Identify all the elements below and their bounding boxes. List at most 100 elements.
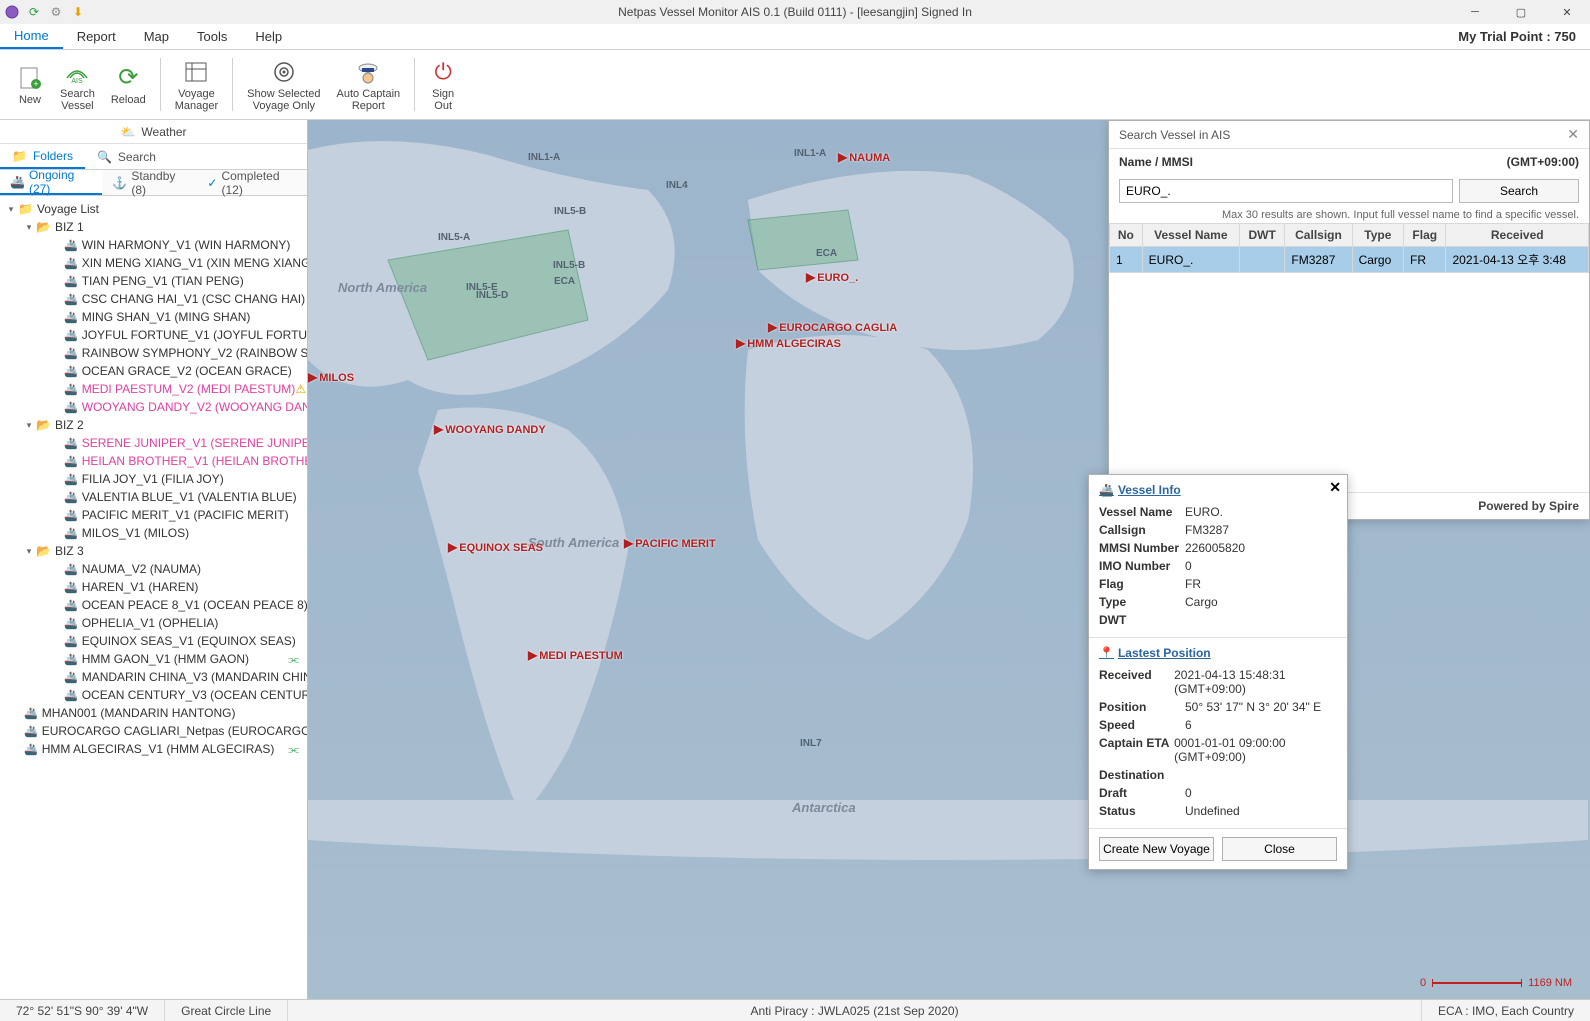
tree-item[interactable]: 🚢TIAN PENG_V1 (TIAN PENG) bbox=[2, 272, 305, 290]
check-icon: ✓ bbox=[207, 176, 217, 190]
menu-tools[interactable]: Tools bbox=[183, 25, 241, 48]
vessel-pin[interactable]: EURO_. bbox=[806, 270, 858, 284]
tree-item[interactable]: 🚢PACIFIC MERIT_V1 (PACIFIC MERIT) bbox=[2, 506, 305, 524]
vessel-pin[interactable]: MEDI PAESTUM bbox=[528, 648, 623, 662]
tree-item[interactable]: 🚢SERENE JUNIPER_V1 (SERENE JUNIPER)⚠ bbox=[2, 434, 305, 452]
tree-item[interactable]: 🚢OCEAN PEACE 8_V1 (OCEAN PEACE 8) bbox=[2, 596, 305, 614]
search-tab[interactable]: 🔍 Search bbox=[85, 144, 168, 169]
tree-item[interactable]: 🚢MHAN001 (MANDARIN HANTONG) bbox=[2, 704, 305, 722]
vessel-pin[interactable]: EUROCARGO CAGLIA bbox=[768, 320, 897, 334]
auto-captain-button[interactable]: Auto Captain Report bbox=[329, 54, 409, 115]
tree-item[interactable]: 🚢MEDI PAESTUM_V2 (MEDI PAESTUM)⚠ bbox=[2, 380, 305, 398]
scale-bar: 0 1169 NM bbox=[1420, 977, 1572, 989]
search-vessel-button[interactable]: AIS Search Vessel bbox=[52, 54, 103, 115]
tree-item[interactable]: 🚢OCEAN GRACE_V2 (OCEAN GRACE) bbox=[2, 362, 305, 380]
vessel-pin[interactable]: HMM ALGECIRAS bbox=[736, 336, 841, 350]
close-button[interactable]: Close bbox=[1222, 837, 1337, 861]
tree-item[interactable]: 🚢NAUMA_V2 (NAUMA) bbox=[2, 560, 305, 578]
ongoing-icon: 🚢 bbox=[10, 175, 25, 189]
search-icon: 🔍 bbox=[97, 150, 112, 164]
new-icon: + bbox=[16, 64, 44, 92]
download-icon[interactable]: ⬇ bbox=[70, 4, 86, 20]
menu-home[interactable]: Home bbox=[0, 24, 63, 49]
maximize-button[interactable]: ▢ bbox=[1498, 0, 1544, 24]
share-icon[interactable]: ⫘ bbox=[288, 652, 299, 667]
tree-item[interactable]: 🚢HMM ALGECIRAS_V1 (HMM ALGECIRAS)⫘ bbox=[2, 740, 305, 758]
voyage-manager-button[interactable]: Voyage Manager bbox=[167, 54, 226, 115]
tree-item[interactable]: 🚢EQUINOX SEAS_V1 (EQUINOX SEAS) bbox=[2, 632, 305, 650]
tree-item[interactable]: 🚢OPHELIA_V1 (OPHELIA) bbox=[2, 614, 305, 632]
folders-tab[interactable]: 📁 Folders bbox=[0, 144, 85, 169]
new-button[interactable]: + New bbox=[8, 54, 52, 115]
completed-tab[interactable]: ✓ Completed (12) bbox=[197, 170, 307, 195]
folder-icon: 📁 bbox=[12, 149, 27, 163]
titlebar: ⟳ ⚙ ⬇ Netpas Vessel Monitor AIS 0.1 (Bui… bbox=[0, 0, 1590, 24]
close-button[interactable]: ✕ bbox=[1544, 0, 1590, 24]
tree-item[interactable]: 🚢HEILAN BROTHER_V1 (HEILAN BROTHER)⚠ bbox=[2, 452, 305, 470]
search-input[interactable] bbox=[1119, 179, 1453, 203]
tree-folder-biz2[interactable]: ▾📂BIZ 2 bbox=[2, 416, 305, 434]
tree-folder-biz3[interactable]: ▾📂BIZ 3 bbox=[2, 542, 305, 560]
share-icon[interactable]: ⫘ bbox=[288, 742, 299, 757]
refresh-icon[interactable]: ⟳ bbox=[26, 4, 42, 20]
tree-item[interactable]: 🚢OCEAN CENTURY_V3 (OCEAN CENTURY)⫘ bbox=[2, 686, 305, 704]
menu-report[interactable]: Report bbox=[63, 25, 130, 48]
tree-item[interactable]: 🚢JOYFUL FORTUNE_V1 (JOYFUL FORTUNE) bbox=[2, 326, 305, 344]
tree-item[interactable]: 🚢RAINBOW SYMPHONY_V2 (RAINBOW SYMPH... bbox=[2, 344, 305, 362]
minimize-button[interactable]: ─ bbox=[1452, 0, 1498, 24]
ship-icon: 🚢 bbox=[1099, 483, 1114, 497]
map-canvas[interactable]: North America South America Antarctica I… bbox=[308, 120, 1590, 999]
tree-item[interactable]: 🚢HMM GAON_V1 (HMM GAON)⫘ bbox=[2, 650, 305, 668]
anchor-icon: ⚓ bbox=[112, 176, 127, 190]
tree-item[interactable]: 🚢MANDARIN CHINA_V3 (MANDARIN CHINA)⫘ bbox=[2, 668, 305, 686]
reload-button[interactable]: ⟳ Reload bbox=[103, 54, 154, 115]
tree-item[interactable]: 🚢MILOS_V1 (MILOS) bbox=[2, 524, 305, 542]
power-icon: ⏻ bbox=[429, 58, 457, 86]
create-voyage-button[interactable]: Create New Voyage bbox=[1099, 837, 1214, 861]
tree-item[interactable]: 🚢MING SHAN_V1 (MING SHAN) bbox=[2, 308, 305, 326]
svg-text:+: + bbox=[33, 79, 38, 89]
target-icon bbox=[270, 58, 298, 86]
menu-map[interactable]: Map bbox=[130, 25, 183, 48]
vessel-pin[interactable]: EQUINOX SEAS bbox=[448, 540, 543, 554]
gear-icon[interactable]: ⚙ bbox=[48, 4, 64, 20]
reload-icon: ⟳ bbox=[114, 64, 142, 92]
close-icon[interactable]: ✕ bbox=[1329, 479, 1341, 496]
vessel-pin[interactable]: MILOS bbox=[308, 370, 354, 384]
ongoing-tab[interactable]: 🚢 Ongoing (27) bbox=[0, 170, 102, 195]
show-selected-button[interactable]: Show Selected Voyage Only bbox=[239, 54, 328, 115]
tree-item[interactable]: 🚢CSC CHANG HAI_V1 (CSC CHANG HAI) bbox=[2, 290, 305, 308]
menu-help[interactable]: Help bbox=[241, 25, 296, 48]
sign-out-button[interactable]: ⏻ Sign Out bbox=[421, 54, 465, 115]
close-icon[interactable]: ✕ bbox=[1567, 126, 1579, 143]
app-icon bbox=[4, 4, 20, 20]
tree-item[interactable]: 🚢VALENTIA BLUE_V1 (VALENTIA BLUE) bbox=[2, 488, 305, 506]
captain-icon bbox=[354, 58, 382, 86]
toolbar: + New AIS Search Vessel ⟳ Reload Voyage … bbox=[0, 50, 1590, 120]
warning-icon: ⚠ bbox=[295, 382, 306, 396]
tree-item[interactable]: 🚢WOOYANG DANDY_V2 (WOOYANG DANDY)⚠ bbox=[2, 398, 305, 416]
tree-item[interactable]: 🚢FILIA JOY_V1 (FILIA JOY) bbox=[2, 470, 305, 488]
search-button[interactable]: Search bbox=[1459, 179, 1579, 203]
results-table: No Vessel Name DWT Callsign Type Flag Re… bbox=[1109, 223, 1589, 273]
weather-bar[interactable]: ⛅ Weather bbox=[0, 120, 307, 144]
vessel-info-panel: ✕ 🚢Vessel Info Vessel NameEURO. Callsign… bbox=[1088, 474, 1348, 870]
window-title: Netpas Vessel Monitor AIS 0.1 (Build 011… bbox=[618, 5, 972, 19]
status-line: Great Circle Line bbox=[165, 1000, 288, 1021]
voyage-tree[interactable]: ▾📁Voyage List ▾📂BIZ 1 🚢WIN HARMONY_V1 (W… bbox=[0, 196, 307, 999]
tree-item[interactable]: 🚢EUROCARGO CAGLIARI_Netpas (EUROCARGO CA… bbox=[2, 722, 305, 740]
tree-item[interactable]: 🚢HAREN_V1 (HAREN) bbox=[2, 578, 305, 596]
menubar: Home Report Map Tools Help My Trial Poin… bbox=[0, 24, 1590, 50]
standby-tab[interactable]: ⚓ Standby (8) bbox=[102, 170, 197, 195]
table-row[interactable]: 1 EURO_. FM3287 Cargo FR 2021-04-13 오후 3… bbox=[1110, 247, 1589, 273]
tree-folder-biz1[interactable]: ▾📂BIZ 1 bbox=[2, 218, 305, 236]
voyage-manager-icon bbox=[182, 58, 210, 86]
vessel-pin[interactable]: NAUMA bbox=[838, 150, 890, 164]
tree-item[interactable]: 🚢WIN HARMONY_V1 (WIN HARMONY) bbox=[2, 236, 305, 254]
tree-item[interactable]: 🚢XIN MENG XIANG_V1 (XIN MENG XIANG) bbox=[2, 254, 305, 272]
vessel-pin[interactable]: WOOYANG DANDY bbox=[434, 422, 546, 436]
tree-root[interactable]: ▾📁Voyage List bbox=[2, 200, 305, 218]
vessel-pin[interactable]: PACIFIC MERIT bbox=[624, 536, 716, 550]
continent-label: Antarctica bbox=[792, 800, 856, 815]
status-eca: ECA : IMO, Each Country bbox=[1422, 1000, 1590, 1021]
